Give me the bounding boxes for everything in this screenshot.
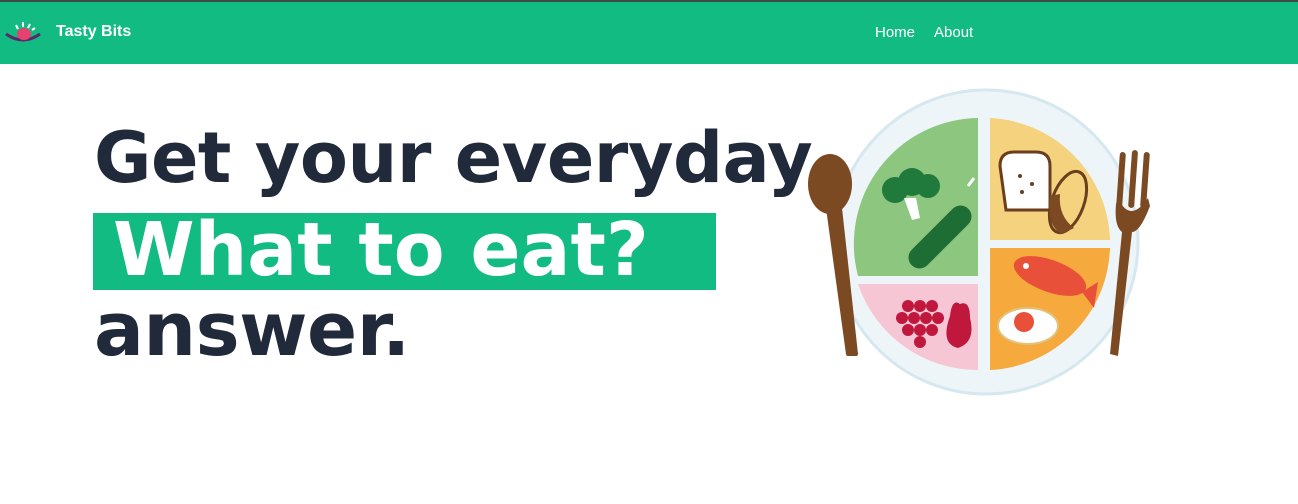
bread-icon bbox=[998, 150, 1052, 212]
hero-heading-line1: Get your everyday bbox=[94, 117, 813, 199]
hero-heading-line3: answer. bbox=[94, 287, 410, 373]
food-plate-illustration bbox=[808, 88, 1150, 396]
nav-home-link[interactable]: Home bbox=[875, 24, 915, 41]
navbar: Tasty Bits Home About bbox=[0, 2, 1298, 64]
logo-icon[interactable] bbox=[4, 20, 42, 46]
egg-icon bbox=[997, 307, 1059, 345]
brand-name[interactable]: Tasty Bits bbox=[56, 23, 131, 41]
hero-heading-line2: What to eat? bbox=[113, 207, 649, 293]
nav-about-link[interactable]: About bbox=[934, 24, 973, 41]
